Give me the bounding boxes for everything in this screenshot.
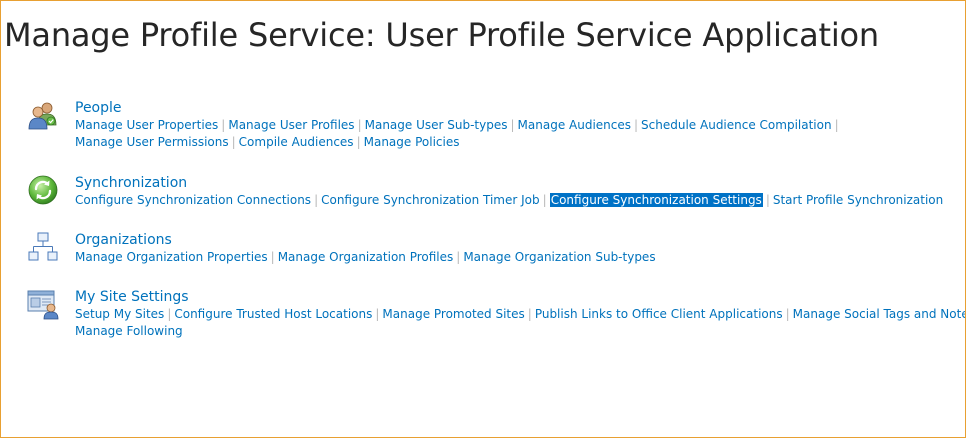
manage-policies-link[interactable]: Manage Policies bbox=[364, 135, 460, 149]
configure-trusted-host-locations-link[interactable]: Configure Trusted Host Locations bbox=[174, 307, 372, 321]
people-links-line-2: Manage User Permissions | Compile Audience… bbox=[75, 134, 965, 151]
link-separator: | bbox=[510, 118, 515, 132]
section-heading-my-site-settings[interactable]: My Site Settings bbox=[75, 288, 965, 306]
section-organizations-body: Organizations Manage Organization Proper… bbox=[75, 231, 965, 266]
link-separator: | bbox=[375, 307, 380, 321]
link-separator: | bbox=[221, 118, 226, 132]
page-title: Manage Profile Service: User Profile Ser… bbox=[4, 16, 879, 54]
link-separator: | bbox=[270, 250, 275, 264]
manage-user-properties-link[interactable]: Manage User Properties bbox=[75, 118, 218, 132]
organizations-links-line-1: Manage Organization Properties | Manage Or… bbox=[75, 249, 965, 266]
manage-promoted-sites-link[interactable]: Manage Promoted Sites bbox=[382, 307, 524, 321]
manage-user-sub-types-link[interactable]: Manage User Sub-types bbox=[365, 118, 508, 132]
link-separator: | bbox=[634, 118, 639, 132]
compile-audiences-link[interactable]: Compile Audiences bbox=[239, 135, 354, 149]
my-site-icon bbox=[27, 288, 59, 320]
section-my-site-settings-body: My Site Settings Setup My Sites | Configur… bbox=[75, 288, 965, 340]
link-separator: | bbox=[314, 193, 319, 207]
link-separator: | bbox=[167, 307, 172, 321]
manage-profile-service-page: Manage Profile Service: User Profile Ser… bbox=[0, 0, 966, 438]
manage-user-permissions-link[interactable]: Manage User Permissions bbox=[75, 135, 229, 149]
link-separator: | bbox=[456, 250, 461, 264]
manage-social-tags-and-notes-link[interactable]: Manage Social Tags and Notes bbox=[793, 307, 965, 321]
link-separator: | bbox=[527, 307, 532, 321]
section-heading-synchronization[interactable]: Synchronization bbox=[75, 174, 965, 192]
manage-organization-profiles-link[interactable]: Manage Organization Profiles bbox=[278, 250, 454, 264]
manage-organization-sub-types-link[interactable]: Manage Organization Sub-types bbox=[463, 250, 655, 264]
publish-links-to-office-client-applications-link[interactable]: Publish Links to Office Client Applicati… bbox=[535, 307, 783, 321]
manage-audiences-link[interactable]: Manage Audiences bbox=[518, 118, 631, 132]
start-profile-synchronization-link[interactable]: Start Profile Synchronization bbox=[773, 193, 943, 207]
synchronization-links-line-1: Configure Synchronization Connections | Co… bbox=[75, 192, 965, 209]
organizations-links: Manage Organization Properties | Manage Or… bbox=[75, 249, 965, 266]
link-separator: | bbox=[356, 135, 361, 149]
configure-synchronization-timer-job-link[interactable]: Configure Synchronization Timer Job bbox=[321, 193, 540, 207]
link-separator: | bbox=[785, 307, 790, 321]
manage-following-link[interactable]: Manage Following bbox=[75, 324, 183, 338]
people-links-line-1: Manage User Properties | Manage User Profi… bbox=[75, 117, 965, 134]
org-chart-icon bbox=[27, 231, 59, 263]
synchronization-links: Configure Synchronization Connections | Co… bbox=[75, 192, 965, 209]
my-site-settings-links-line-2: Manage Following bbox=[75, 323, 965, 340]
section-synchronization-body: Synchronization Configure Synchronizatio… bbox=[75, 174, 965, 209]
link-separator: | bbox=[357, 118, 362, 132]
schedule-audience-compilation-link[interactable]: Schedule Audience Compilation bbox=[641, 118, 832, 132]
manage-user-profiles-link[interactable]: Manage User Profiles bbox=[228, 118, 354, 132]
link-separator: | bbox=[542, 193, 547, 207]
people-links: Manage User Properties | Manage User Profi… bbox=[75, 117, 965, 151]
link-separator: | bbox=[231, 135, 236, 149]
people-icon bbox=[27, 99, 59, 131]
manage-organization-properties-link[interactable]: Manage Organization Properties bbox=[75, 250, 268, 264]
setup-my-sites-link[interactable]: Setup My Sites bbox=[75, 307, 164, 321]
my-site-settings-links: Setup My Sites | Configure Trusted Host Lo… bbox=[75, 306, 965, 340]
configure-synchronization-connections-link[interactable]: Configure Synchronization Connections bbox=[75, 193, 311, 207]
link-separator: | bbox=[765, 193, 770, 207]
section-heading-people[interactable]: People bbox=[75, 99, 965, 117]
my-site-settings-links-line-1: Setup My Sites | Configure Trusted Host Lo… bbox=[75, 306, 965, 323]
section-heading-organizations[interactable]: Organizations bbox=[75, 231, 965, 249]
sync-icon bbox=[27, 174, 59, 206]
section-people-body: People Manage User Properties | Manage Use… bbox=[75, 99, 965, 151]
configure-synchronization-settings-link[interactable]: Configure Synchronization Settings bbox=[549, 193, 763, 207]
link-separator: | bbox=[834, 118, 839, 132]
